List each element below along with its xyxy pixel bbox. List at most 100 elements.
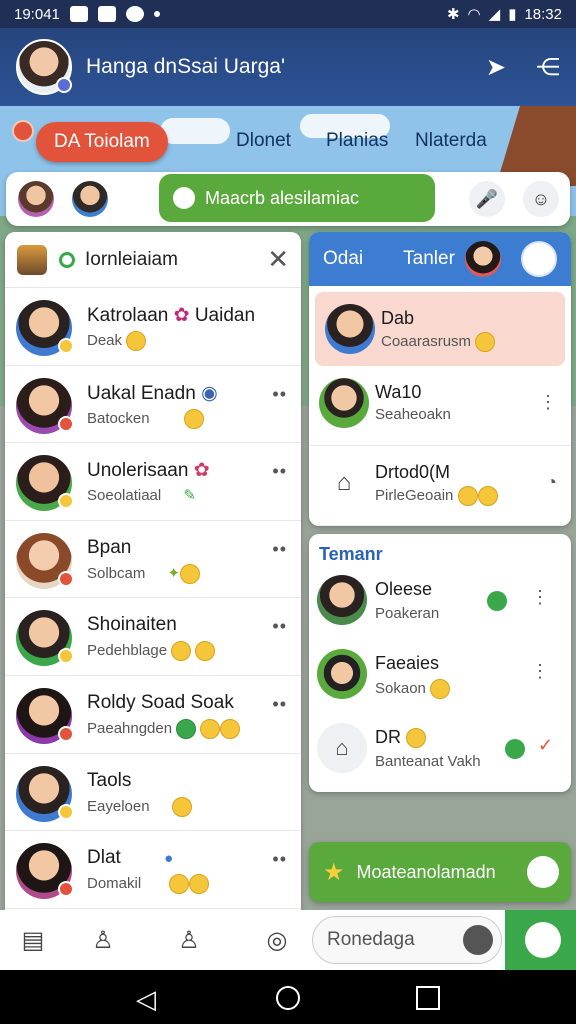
contact-avatar [317,575,367,625]
tab-active[interactable]: DA Toiolam [36,122,168,162]
app-bar: Hanga dnSsai Uarga' ➤ ⋲ [0,28,576,106]
team-panel: Temanr Oleese Poakeran ⋮ Faeaies Sokaon … [309,534,571,792]
status-icon [58,881,74,898]
chat-row[interactable]: Taols Eayeloen [5,754,301,832]
conversation-name: Wa10 [375,382,422,402]
contacts-nav-icon[interactable]: ♙ [88,926,118,956]
bluetooth-icon: ✱ [446,6,460,23]
party-icon: ✦ [167,564,181,582]
contact-avatar [16,687,74,744]
chat-name-text: Katrolaan [87,305,169,326]
chat-row[interactable]: Katrolaan ✿ Uaidan Deak [5,288,301,366]
chat-row[interactable]: Dlat ● Domakil •• [5,831,301,909]
status-icon [58,648,74,665]
smiley-icon [171,641,192,662]
status-icon [58,570,74,587]
tab-nlaterda[interactable]: Nlaterda [415,130,487,152]
emoji-button[interactable]: ☺ [523,181,559,217]
status-icon [58,725,74,742]
team-member[interactable]: ⌂ DR Banteanat Vakh ✓ [309,713,571,787]
conversation-preview-text: Coaarasrusm [381,332,472,350]
tab-planias[interactable]: Planias [326,130,388,152]
back-icon[interactable]: ◁ [136,984,156,1015]
chat-preview-text: Paeahngden [87,719,173,737]
chat-preview: Solbcam ✦ [87,563,201,584]
recents-icon[interactable] [416,986,440,1010]
chat-preview-text: Soeolatiaal [87,487,162,505]
more-icon[interactable]: •• [272,616,287,637]
notification-icon [69,6,88,22]
info-icon: ● [164,850,174,868]
conversation-item-selected[interactable]: Dab Coaarasrusm [315,292,565,366]
chat-row[interactable]: Bpan Solbcam ✦ •• [5,521,301,599]
chat-row[interactable]: Roldy Soad Soak Paeahngden •• [5,676,301,754]
primary-action-button[interactable]: ★ Moateanolamadn [309,842,571,902]
green-badge-icon [176,718,197,739]
more-notifications-icon [153,11,160,17]
chat-preview-text: Pedehblage [87,642,168,660]
contact-avatar[interactable] [464,241,501,277]
chat-list-header: Iornleiaiam ✕ [5,232,301,288]
chat-row[interactable]: Unolerisaan ✿ Soeolatiaal ✎ •• [5,443,301,521]
send-icon [525,922,561,958]
chats-nav-icon[interactable]: ▤ [18,926,48,956]
voice-icon[interactable] [463,925,493,955]
team-member[interactable]: Oleese Poakeran ⋮ [309,565,571,639]
smiley-icon [169,874,190,895]
smiley-icon [457,486,478,506]
chat-preview: Paeahngden [87,718,241,739]
conversation-item[interactable]: Wa10 Seaheoakn ⋮ [309,366,571,446]
close-icon[interactable]: ✕ [267,244,289,275]
more-icon[interactable]: •• [272,694,287,715]
member-name: Faeaies [375,653,440,673]
more-icon[interactable]: •• [272,384,287,405]
profile-avatar[interactable] [16,39,72,95]
green-status-icon [487,591,507,611]
share-icon[interactable]: ⋲ [536,53,560,82]
app-title: Hanga dnSsai Uarga' [86,55,285,78]
contact-avatar[interactable] [72,181,108,217]
member-name-text: DR [375,727,401,747]
more-icon[interactable]: •• [272,849,287,870]
kebab-menu-icon[interactable]: ⋮ [531,587,549,608]
smiley-icon [195,641,216,662]
contact-avatar [319,378,369,428]
mic-button[interactable]: 🎤 [469,181,505,217]
chat-preview: Deak [87,331,147,351]
more-icon[interactable]: •• [272,539,287,560]
tab-odai[interactable]: Odai [323,248,363,270]
home-button-icon[interactable] [276,986,300,1010]
conversation-item[interactable]: ⌂ Drtod0(M PirleGeoain ◔ [309,446,571,526]
chat-row[interactable]: Uakal Enadn ◉ Batocken •• [5,366,301,444]
contact-avatar[interactable] [18,181,54,217]
chat-list-panel: Iornleiaiam ✕ Katrolaan ✿ Uaidan Deak Ua… [5,232,301,910]
search-icon[interactable] [521,241,557,277]
tab-tanler[interactable]: Tanler [403,248,455,270]
chat-name: Katrolaan ✿ Uaidan [87,304,255,327]
chat-row[interactable]: Shoinaiten Pedehblage •• [5,598,301,676]
contact-avatar [317,649,367,699]
smiley-icon [406,728,427,749]
status-action-label: Maacrb alesilamiac [205,187,360,208]
tab-dlonet[interactable]: Dlonet [236,130,291,152]
send-button[interactable] [505,910,576,970]
more-icon[interactable]: •• [272,461,287,482]
battery-icon: ▮ [508,6,517,23]
chat-name: Shoinaiten [87,614,177,636]
contact-avatar [16,843,74,900]
smiley-icon [126,331,147,351]
member-subtitle: Poakeran [375,605,440,622]
team-member[interactable]: Faeaies Sokaon ⋮ [309,639,571,713]
cursor-icon[interactable]: ➤ [486,53,506,82]
activity-nav-icon[interactable]: ◎ [262,926,292,956]
kebab-menu-icon[interactable]: ⋮ [531,661,549,682]
chat-preview-text: Solbcam [87,564,146,582]
chat-preview: Soeolatiaal ✎ [87,486,196,504]
status-action-button[interactable]: Maacrb alesilamiac [159,174,435,222]
add-friend-nav-icon[interactable]: ♙ [174,926,204,956]
mascot-icon [17,244,47,275]
kebab-menu-icon[interactable]: ⋮ [539,392,557,413]
clock-icon[interactable]: ◔ [546,472,557,493]
check-icon[interactable]: ✓ [538,735,553,756]
message-input[interactable]: Ronedaga [312,916,502,964]
